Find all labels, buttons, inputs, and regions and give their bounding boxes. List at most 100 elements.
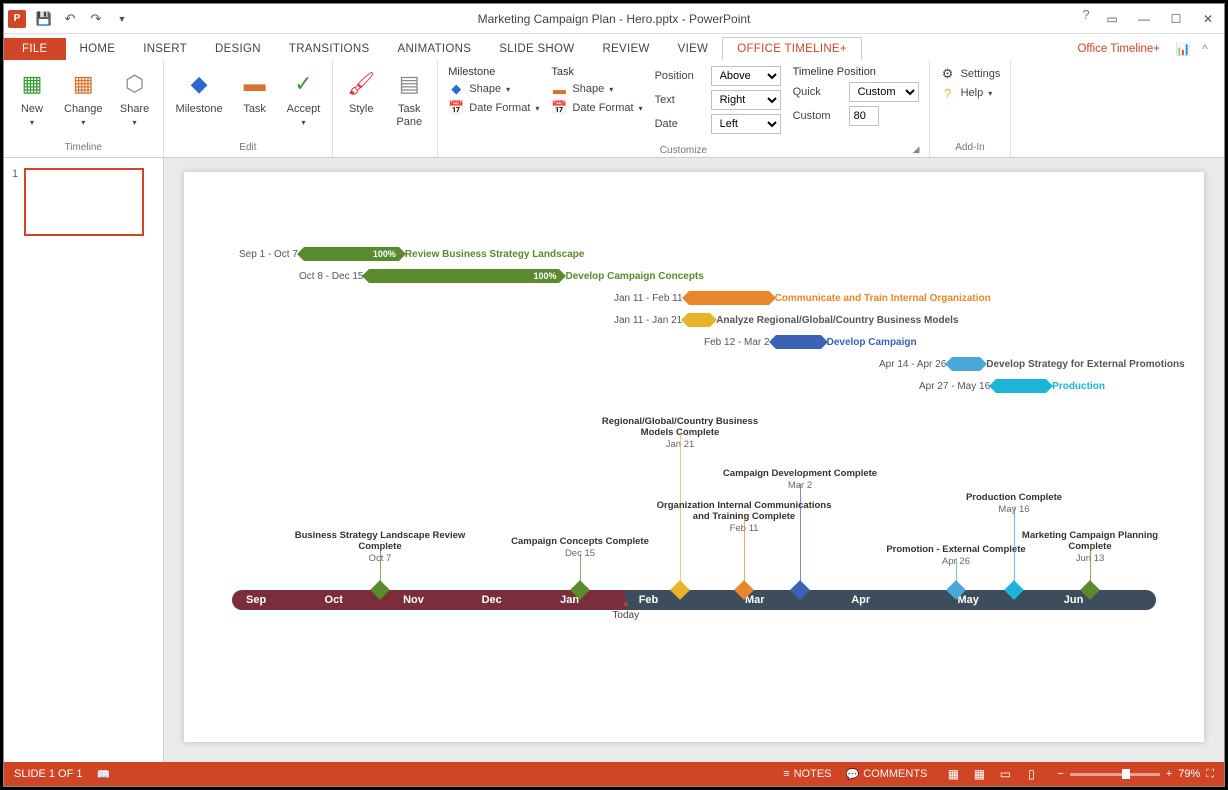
task-row[interactable]: Feb 12 - Mar 2 Develop Campaign [704,335,917,349]
text-select[interactable]: Right [711,90,781,110]
task-name: Review Business Strategy Landscape [405,249,585,260]
diamond-icon: ◆ [448,81,464,97]
save-icon[interactable]: 💾 [32,7,56,31]
tab-animations[interactable]: ANIMATIONS [384,38,486,60]
task-dates: Apr 27 - May 16 [919,381,990,392]
timeline-icon[interactable]: 📊 [1172,38,1194,60]
task-dates: Feb 12 - Mar 2 [704,337,770,348]
ms-shape-button[interactable]: ◆Shape ▾ [448,81,539,97]
task-icon: ▬ [239,68,271,100]
quick-select[interactable]: Custom [849,82,919,102]
spellcheck-icon[interactable]: 📖 [96,768,110,781]
help-icon[interactable]: ? [1076,5,1096,25]
today-marker: Today [612,610,639,621]
slide-canvas[interactable]: SepOctNovDecJanFebMarAprMayJunTodaySep 1… [164,158,1224,762]
task-row[interactable]: Sep 1 - Oct 7100%Review Business Strateg… [239,247,584,261]
accept-button[interactable]: ✓Accept▾ [281,64,327,132]
share-button[interactable]: ⬡Share▾ [113,64,157,132]
zoom-in-button[interactable]: + [1166,768,1172,780]
task-name: Analyze Regional/Global/Country Business… [716,315,958,326]
month-label: Nov [389,594,468,606]
tab-slideshow[interactable]: SLIDE SHOW [485,38,588,60]
style-button[interactable]: 🖌Style [339,64,383,120]
zoom-slider[interactable] [1070,773,1160,776]
task-button[interactable]: ▬Task [233,64,277,120]
ribbon-group-addin: ⚙Settings ?Help ▾ Add-In [930,60,1012,157]
redo-icon[interactable]: ↷ [84,7,108,31]
thumb-number: 1 [12,168,18,180]
zoom-out-button[interactable]: − [1057,768,1063,780]
ribbon: ▦New▾ ▦Change▾ ⬡Share▾ Timeline ◆Milesto… [4,60,1224,158]
view-buttons: ▦ ▦ ▭ ▯ [941,765,1043,783]
task-row[interactable]: Oct 8 - Dec 15100%Develop Campaign Conce… [299,269,704,283]
quick-access-toolbar: P 💾 ↶ ↷ ▼ [4,7,134,31]
milestone-drop [744,518,745,590]
position-select[interactable]: Above [711,66,781,86]
normal-view-icon[interactable]: ▦ [941,765,965,783]
task-row[interactable]: Jan 11 - Jan 21 Analyze Regional/Global/C… [614,313,958,327]
task-name: Production [1052,381,1105,392]
milestone-drop [800,484,801,590]
notes-button[interactable]: ≡ NOTES [783,768,831,780]
tab-design[interactable]: DESIGN [201,38,275,60]
task-name: Communicate and Train Internal Organizat… [775,293,991,304]
ribbon-options-icon[interactable]: ▭ [1096,5,1128,33]
undo-icon[interactable]: ↶ [58,7,82,31]
date-select[interactable]: Left [711,114,781,134]
custom-input[interactable] [849,106,879,126]
fit-view-icon[interactable]: ⛶ [1206,768,1214,781]
task-name: Develop Campaign [827,337,917,348]
calendar-icon: 📅 [551,100,567,116]
tab-view[interactable]: VIEW [664,38,723,60]
minimize-button[interactable]: — [1128,5,1160,33]
slideshow-view-icon[interactable]: ▯ [1019,765,1043,783]
office-timeline-link[interactable]: Office Timeline+ [1065,38,1172,60]
task-row[interactable]: Apr 14 - Apr 26Develop Strategy for Exte… [879,357,1185,371]
slide-thumbnails: 1 [4,158,164,762]
tab-office-timeline[interactable]: OFFICE TIMELINE+ [722,37,862,60]
milestone-button[interactable]: ◆Milestone [170,64,229,120]
tab-file[interactable]: FILE [4,38,66,60]
zoom-control: − + 79% ⛶ [1057,768,1214,781]
reading-view-icon[interactable]: ▭ [993,765,1017,783]
help-button[interactable]: ?Help ▾ [940,85,1001,101]
task-header: Task [551,66,642,78]
change-button[interactable]: ▦Change▾ [58,64,109,132]
new-icon: ▦ [16,68,48,100]
month-label: Dec [468,594,547,606]
qat-dropdown-icon[interactable]: ▼ [110,7,134,31]
tab-review[interactable]: REVIEW [588,38,663,60]
collapse-ribbon-icon[interactable]: ^ [1194,38,1216,60]
share-icon: ⬡ [119,68,151,100]
tab-insert[interactable]: INSERT [129,38,201,60]
task-dates: Jan 11 - Jan 21 [614,315,682,326]
ribbon-group-style: 🖌Style ▤Task Pane [333,60,437,157]
month-label: Jan [546,594,625,606]
close-button[interactable]: ✕ [1192,5,1224,33]
sorter-view-icon[interactable]: ▦ [967,765,991,783]
new-button[interactable]: ▦New▾ [10,64,54,132]
ms-date-format-button[interactable]: 📅Date Format ▾ [448,100,539,116]
help-icon: ? [940,85,956,101]
task-row[interactable]: Apr 27 - May 16 Production [919,379,1105,393]
slide[interactable]: SepOctNovDecJanFebMarAprMayJunTodaySep 1… [184,172,1204,742]
month-label: Jun [1050,594,1156,606]
tab-transitions[interactable]: TRANSITIONS [275,38,384,60]
milestone-header: Milestone [448,66,539,78]
task-pane-button[interactable]: ▤Task Pane [387,64,431,132]
dialog-launcher-icon[interactable]: ◢ [444,144,922,155]
comments-button[interactable]: 💬 COMMENTS [846,768,928,781]
app-window: P 💾 ↶ ↷ ▼ Marketing Campaign Plan - Hero… [3,3,1225,787]
ribbon-group-timeline: ▦New▾ ▦Change▾ ⬡Share▾ Timeline [4,60,164,157]
ribbon-group-edit: ◆Milestone ▬Task ✓Accept▾ Edit [164,60,334,157]
tab-home[interactable]: HOME [66,38,130,60]
slide-thumb-1[interactable] [24,168,144,236]
task-date-format-button[interactable]: 📅Date Format ▾ [551,100,642,116]
change-icon: ▦ [67,68,99,100]
task-shape-button[interactable]: ▬Shape ▾ [551,81,642,97]
task-dates: Apr 14 - Apr 26 [879,359,946,370]
settings-button[interactable]: ⚙Settings [940,66,1001,82]
maximize-button[interactable]: ☐ [1160,5,1192,33]
task-row[interactable]: Jan 11 - Feb 11Communicate and Train Int… [614,291,991,305]
task-dates: Oct 8 - Dec 15 [299,271,363,282]
